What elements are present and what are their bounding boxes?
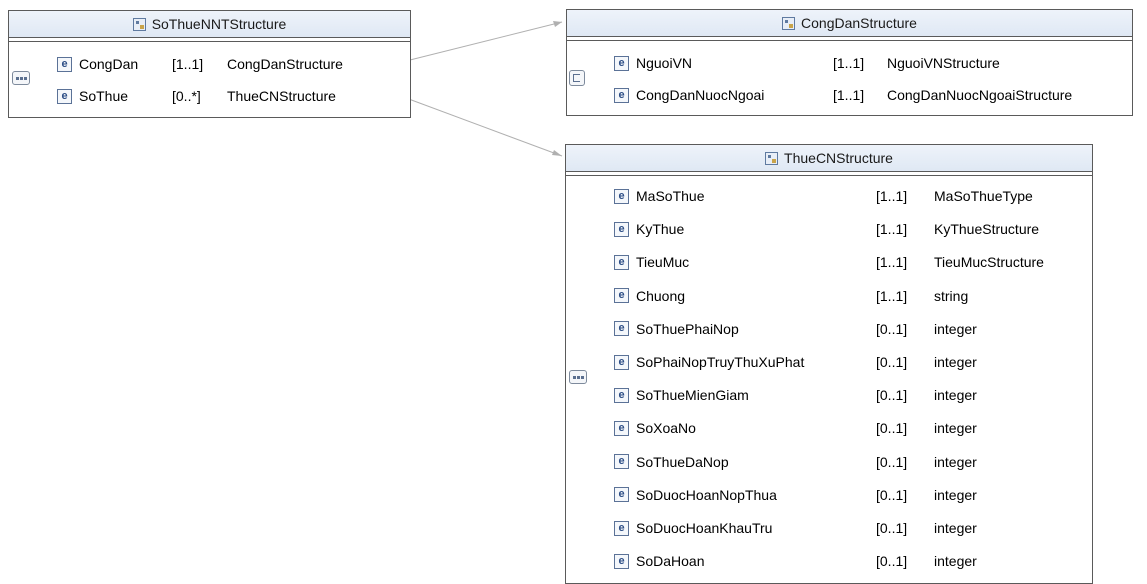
element-icon: e <box>614 387 629 403</box>
element-cardinality: [0..1] <box>876 520 908 536</box>
complex-type-icon <box>132 17 146 31</box>
element-type: integer <box>934 486 977 503</box>
box-title: SoThueNNTStructure <box>9 11 410 38</box>
element-name: CongDan <box>79 56 139 72</box>
box-title-text: ThueCNStructure <box>784 150 893 166</box>
element-name: SoPhaiNopTruyThuXuPhat <box>636 354 805 370</box>
box-title-text: CongDanStructure <box>801 15 917 31</box>
element-cardinality: [0..1] <box>876 354 908 370</box>
box-title-text: SoThueNNTStructure <box>151 16 287 32</box>
element-name: SoThue <box>79 88 129 104</box>
element-name: SoDuocHoanKhauTru <box>636 520 773 536</box>
element-row-congdan[interactable]: e CongDan [1..1] CongDanStructure <box>57 52 343 76</box>
title-separator <box>566 172 1092 176</box>
element-row[interactable]: e SoDuocHoanNopThua [0..1] integer <box>614 483 977 507</box>
box-title: ThueCNStructure <box>566 145 1092 172</box>
sequence-compositor-icon[interactable] <box>12 71 30 85</box>
element-row-congdannuocngoai[interactable]: e CongDanNuocNgoai [1..1] CongDanNuocNgo… <box>614 83 1072 107</box>
element-cardinality: [0..1] <box>876 453 908 470</box>
element-name: SoDuocHoanNopThua <box>636 486 777 503</box>
choice-compositor-icon[interactable] <box>569 70 585 86</box>
element-row[interactable]: e SoThueDaNop [0..1] integer <box>614 450 977 474</box>
element-cardinality: [0..1] <box>876 486 908 503</box>
sequence-compositor-icon[interactable] <box>569 370 587 384</box>
element-cardinality: [1..1] <box>876 287 908 304</box>
element-name: CongDanNuocNgoai <box>636 87 765 103</box>
element-row-nguoivn[interactable]: e NguoiVN [1..1] NguoiVNStructure <box>614 51 1000 75</box>
element-type: string <box>934 287 969 304</box>
element-type: KyThueStructure <box>934 221 1040 238</box>
element-cardinality: [0..1] <box>876 320 908 337</box>
element-type: TieuMucStructure <box>934 254 1044 271</box>
element-cardinality: [1..1] <box>172 56 204 72</box>
element-type: CongDanNuocNgoaiStructure <box>887 87 1073 103</box>
element-cardinality: [1..1] <box>876 221 908 238</box>
element-icon: e <box>614 221 629 237</box>
element-name: MaSoThue <box>636 188 705 204</box>
element-cardinality: [0..1] <box>876 420 908 437</box>
element-icon: e <box>614 288 629 304</box>
element-row-sothue[interactable]: e SoThue [0..*] ThueCNStructure <box>57 84 336 108</box>
element-cardinality: [1..1] <box>876 254 908 271</box>
element-row[interactable]: e TieuMuc [1..1] TieuMucStructure <box>614 250 1044 274</box>
element-cardinality: [0..*] <box>172 88 201 104</box>
element-icon: e <box>614 553 629 569</box>
element-row[interactable]: e MaSoThue [1..1] MaSoThueType <box>614 184 1033 208</box>
element-icon: e <box>614 55 629 71</box>
element-icon: e <box>614 520 629 536</box>
element-row[interactable]: e KyThue [1..1] KyThueStructure <box>614 217 1039 241</box>
element-name: SoThueDaNop <box>636 453 729 470</box>
element-type: MaSoThueType <box>934 188 1033 204</box>
element-type: ThueCNStructure <box>227 88 336 104</box>
element-type: NguoiVNStructure <box>887 55 1000 71</box>
element-type: CongDanStructure <box>227 56 343 72</box>
element-row[interactable]: e SoPhaiNopTruyThuXuPhat [0..1] integer <box>614 350 977 374</box>
element-icon: e <box>57 88 72 104</box>
element-name: NguoiVN <box>636 55 693 71</box>
element-name: SoXoaNo <box>636 420 696 437</box>
element-row[interactable]: e SoThueMienGiam [0..1] integer <box>614 383 977 407</box>
element-name: KyThue <box>636 221 685 238</box>
element-cardinality: [1..1] <box>876 188 908 204</box>
element-type: integer <box>934 387 977 404</box>
element-icon: e <box>614 188 629 204</box>
element-type: integer <box>934 520 977 536</box>
element-name: TieuMuc <box>636 254 690 271</box>
element-icon: e <box>614 420 629 436</box>
element-icon: e <box>614 487 629 503</box>
element-type: integer <box>934 420 977 437</box>
element-cardinality: [0..1] <box>876 553 908 570</box>
element-cardinality: [1..1] <box>833 87 865 103</box>
element-type: integer <box>934 453 977 470</box>
element-name: SoDaHoan <box>636 553 705 570</box>
element-row[interactable]: e Chuong [1..1] string <box>614 284 968 308</box>
element-icon: e <box>614 354 629 370</box>
element-row[interactable]: e SoThuePhaiNop [0..1] integer <box>614 317 977 341</box>
element-name: SoThuePhaiNop <box>636 320 739 337</box>
element-icon: e <box>614 454 629 470</box>
title-separator <box>9 38 410 42</box>
complex-type-icon <box>782 16 796 30</box>
element-cardinality: [1..1] <box>833 55 865 71</box>
element-icon: e <box>614 321 629 337</box>
element-name: Chuong <box>636 287 686 304</box>
element-row[interactable]: e SoDuocHoanKhauTru [0..1] integer <box>614 516 977 540</box>
complex-type-icon <box>765 151 779 165</box>
element-name: SoThueMienGiam <box>636 387 749 404</box>
element-row[interactable]: e SoXoaNo [0..1] integer <box>614 416 977 440</box>
element-cardinality: [0..1] <box>876 387 908 404</box>
element-type: integer <box>934 354 977 370</box>
box-title: CongDanStructure <box>567 10 1132 37</box>
element-type: integer <box>934 553 977 570</box>
element-row[interactable]: e SoDaHoan [0..1] integer <box>614 549 977 573</box>
title-separator <box>567 37 1132 41</box>
element-type: integer <box>934 320 977 337</box>
element-icon: e <box>614 87 629 103</box>
element-icon: e <box>614 254 629 270</box>
element-icon: e <box>57 56 72 72</box>
